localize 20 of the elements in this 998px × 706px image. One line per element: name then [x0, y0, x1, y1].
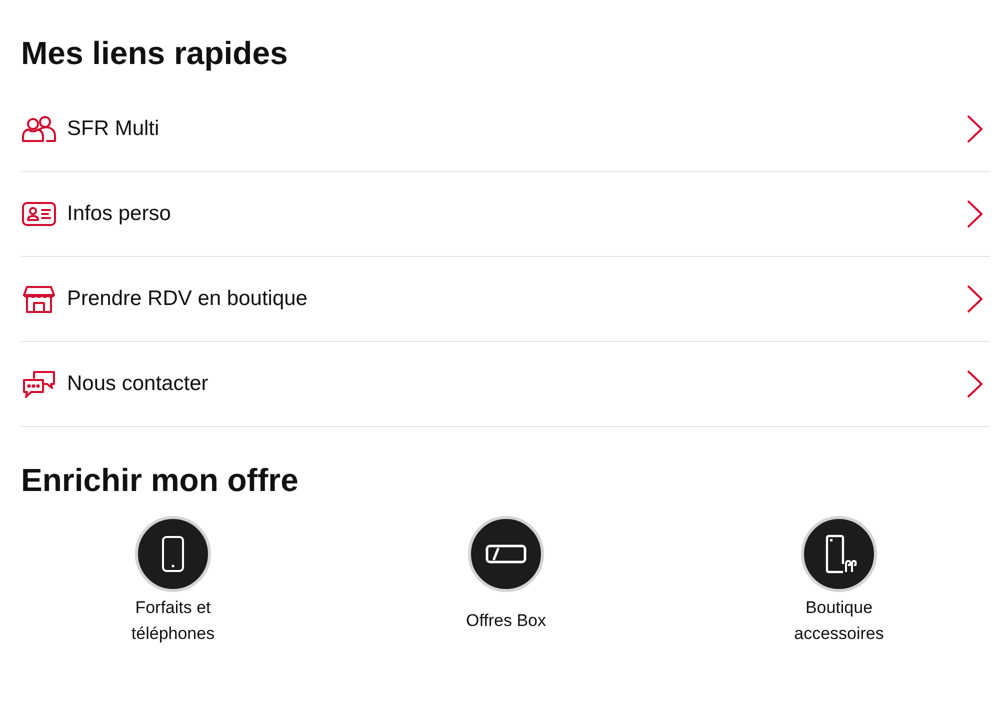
users-icon	[21, 114, 57, 144]
phone-earbuds-icon	[801, 516, 877, 592]
section-heading: Mes liens rapides	[21, 34, 288, 73]
offer-link[interactable]: Forfaits et téléphones	[93, 516, 253, 647]
quick-link[interactable]: Nous contacter	[21, 342, 990, 427]
chevron-right-icon	[967, 370, 983, 398]
chat-icon	[21, 369, 57, 399]
smartphone-icon	[135, 516, 211, 592]
chevron-right-icon	[967, 200, 983, 228]
section-heading: Enrichir mon offre	[21, 461, 298, 500]
quick-link[interactable]: SFR Multi	[21, 87, 990, 172]
quick-link[interactable]: Infos perso	[21, 172, 990, 257]
offer-link[interactable]: Boutique accessoires	[759, 516, 919, 647]
chevron-right-icon	[967, 285, 983, 313]
quick-link[interactable]: Prendre RDV en boutique	[21, 257, 990, 342]
id-card-icon	[21, 199, 57, 229]
store-icon	[21, 284, 57, 314]
chevron-right-icon	[967, 115, 983, 143]
offer-link[interactable]: Offres Box	[426, 516, 586, 647]
box-device-icon	[468, 516, 544, 592]
